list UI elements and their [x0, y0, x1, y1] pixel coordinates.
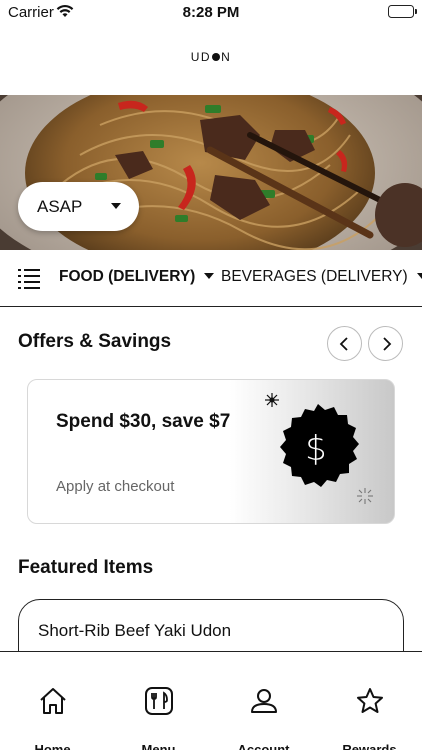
home-icon [40, 688, 66, 714]
logo-dot [212, 53, 221, 61]
chevron-down-icon [111, 203, 121, 209]
tab-account-label: Account [237, 742, 290, 750]
offers-next-button[interactable] [368, 326, 403, 361]
brand-logo: UD N [0, 50, 422, 64]
tab-rewards-label: Rewards [342, 742, 397, 750]
status-bar: Carrier 8:28 PM [0, 0, 422, 26]
category-tab-food[interactable]: FOOD (DELIVERY) [59, 268, 215, 286]
tab-menu[interactable]: Menu [106, 652, 211, 750]
menu-icon [145, 687, 173, 715]
offer-subtitle: Apply at checkout [56, 478, 175, 495]
battery-icon [388, 5, 417, 18]
tab-account[interactable]: Account [211, 652, 316, 750]
order-time-selector[interactable]: ASAP [18, 182, 139, 231]
category-bar: FOOD (DELIVERY) BEVERAGES (DELIVERY) [0, 250, 422, 307]
offer-card[interactable]: Spend $30, save $7 Apply at checkout $ [27, 379, 395, 524]
logo-text-right: N [221, 50, 232, 64]
category-tab-beverages-label: BEVERAGES (DELIVERY) [221, 268, 408, 285]
featured-item-name: Short-Rib Beef Yaki Udon [38, 621, 232, 640]
bottom-tab-bar: Home Menu Account Rewards [0, 651, 422, 750]
clock: 8:28 PM [182, 4, 240, 21]
chevron-left-icon [339, 337, 348, 351]
tab-menu-label: Menu [141, 742, 176, 750]
account-icon [251, 689, 277, 713]
logo-text-left: UD [190, 50, 212, 64]
tab-home[interactable]: Home [0, 652, 105, 750]
offers-section-title: Offers & Savings [18, 331, 172, 352]
chevron-right-icon [383, 337, 392, 351]
rewards-icon [357, 688, 383, 713]
tab-rewards[interactable]: Rewards [317, 652, 422, 750]
category-tab-food-label: FOOD (DELIVERY) [59, 268, 196, 285]
order-time-label: ASAP [37, 196, 83, 216]
tab-home-label: Home [34, 742, 71, 750]
badge-symbol: $ [305, 429, 327, 469]
offer-headline: Spend $30, save $7 [56, 411, 231, 432]
chevron-down-icon [204, 273, 215, 279]
category-tab-beverages[interactable]: BEVERAGES (DELIVERY) [221, 268, 422, 286]
offers-prev-button[interactable] [327, 326, 362, 361]
chevron-down-icon [416, 273, 422, 279]
list-icon[interactable] [18, 267, 40, 289]
featured-section-title: Featured Items [18, 557, 154, 578]
dollar-badge-icon: $ [271, 402, 365, 501]
